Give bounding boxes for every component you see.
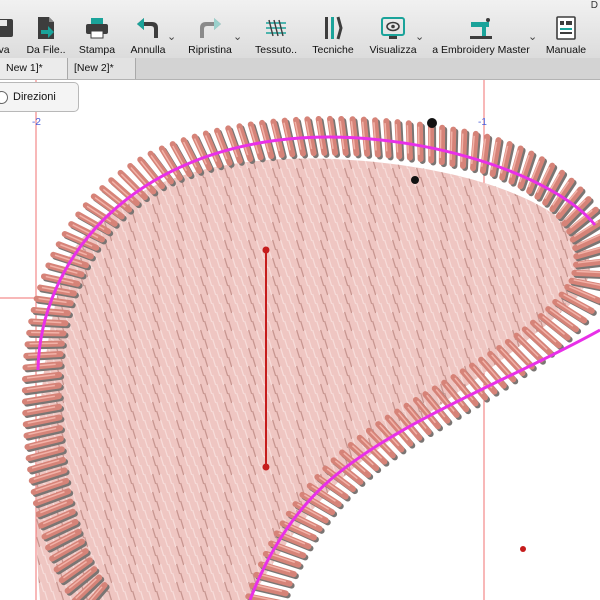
fabric-button[interactable]: Tessuto.. [254, 0, 298, 58]
techniques-label: Tecniche [312, 44, 354, 56]
techniques-button[interactable]: Tecniche [311, 0, 355, 58]
view-dropdown[interactable]: ⌄ [415, 30, 424, 43]
undo-label: Annulla [130, 44, 166, 56]
manual-icon [551, 13, 581, 43]
redo-label: Ripristina [188, 44, 232, 56]
print-label: Stampa [78, 44, 116, 56]
window-title: D [590, 0, 598, 11]
ruler-label-right: -1 [478, 117, 487, 128]
sewing-machine-icon [466, 13, 496, 43]
import-file-label: Da File.. [26, 44, 66, 56]
embroidery-master-dropdown[interactable]: ⌄ [528, 30, 537, 43]
import-file-button[interactable]: Da File.. [26, 0, 66, 58]
import-file-icon [31, 13, 61, 43]
design-canvas[interactable] [0, 80, 600, 600]
embroidery-master-label: a Embroidery Master [432, 44, 530, 56]
toolbar: va Da File.. Stampa Annulla ⌄ Ripristina… [0, 0, 600, 59]
fabric-label: Tessuto.. [254, 44, 298, 56]
scissors-tools-icon [318, 13, 348, 43]
save-button[interactable]: va [0, 0, 16, 58]
save-icon [0, 13, 19, 43]
save-label: va [0, 44, 10, 56]
undo-button[interactable]: Annulla [128, 0, 168, 58]
print-button[interactable]: Stampa [77, 0, 117, 58]
undo-dropdown[interactable]: ⌄ [167, 30, 176, 43]
tab-new-2[interactable]: [New 2]* [68, 58, 136, 79]
tab-new-1[interactable]: New 1]* [0, 58, 68, 79]
view-icon [378, 13, 408, 43]
printer-icon [82, 13, 112, 43]
redo-dropdown[interactable]: ⌄ [233, 30, 242, 43]
direzioni-radio[interactable] [0, 90, 8, 104]
stray-point [520, 546, 526, 552]
direzioni-option[interactable]: Direzioni [0, 82, 79, 112]
manual-button[interactable]: Manuale [546, 0, 586, 58]
view-button[interactable]: Visualizza [369, 0, 417, 58]
redo-button[interactable]: Ripristina [186, 0, 234, 58]
redo-icon [195, 13, 225, 43]
view-label: Visualizza [369, 44, 417, 56]
document-tab-bar: New 1]* [New 2]* [0, 58, 600, 80]
undo-icon [133, 13, 163, 43]
thread-knot [427, 118, 437, 128]
embroidery-master-button[interactable]: a Embroidery Master [432, 0, 530, 58]
direzioni-label: Direzioni [13, 91, 56, 103]
fabric-icon [261, 13, 291, 43]
manual-label: Manuale [545, 44, 587, 56]
thread-knot [411, 176, 419, 184]
ruler-label-left: -2 [32, 117, 41, 128]
